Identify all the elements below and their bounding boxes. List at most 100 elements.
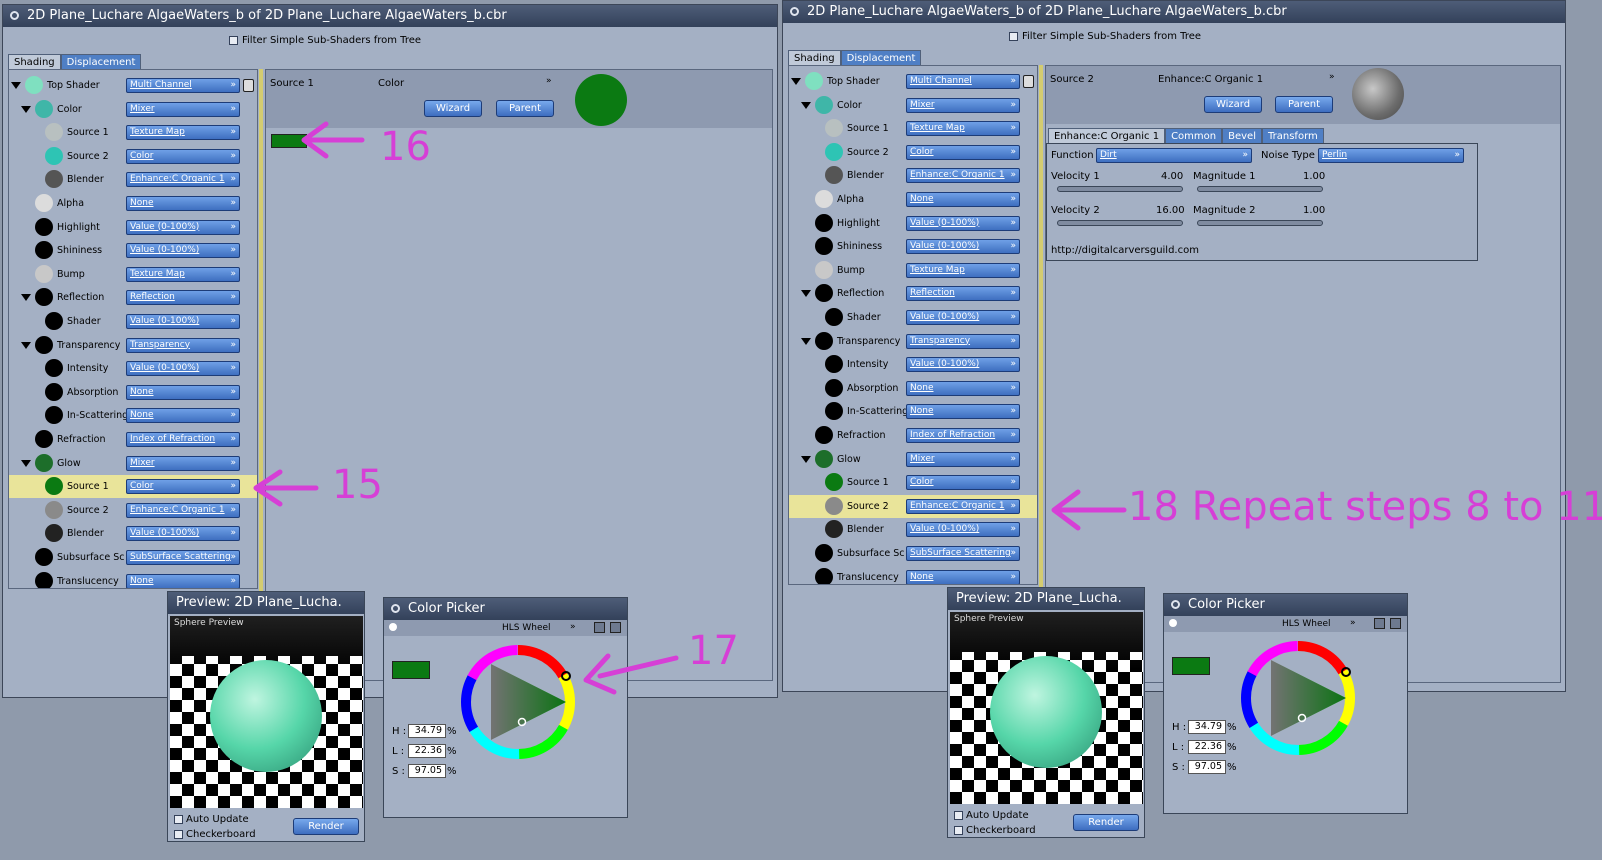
tree-row-dropdown[interactable]: Value (0-100%) » xyxy=(126,243,240,259)
h-field[interactable]: 34.79 xyxy=(1188,720,1226,734)
tree-row-dropdown[interactable]: Value (0-100%) » xyxy=(906,522,1020,538)
filter-checkbox-row[interactable]: Filter Simple Sub-Shaders from Tree xyxy=(229,35,421,46)
function-dropdown[interactable]: Dirt » xyxy=(1096,148,1252,163)
tree-row-dropdown[interactable]: Color » xyxy=(126,148,240,164)
tab-enhance-organic[interactable]: Enhance:C Organic 1 xyxy=(1048,128,1166,143)
tree-row[interactable]: Absorption None » xyxy=(789,377,1037,400)
magnitude1-slider[interactable] xyxy=(1197,186,1323,192)
chevron-down-icon[interactable]: » xyxy=(1350,618,1356,628)
chevron-down-icon[interactable]: » xyxy=(1329,72,1335,82)
auto-update-checkbox[interactable] xyxy=(174,815,183,824)
tree-row[interactable]: Shader Value (0-100%) » xyxy=(9,310,257,333)
window-menu-icon[interactable] xyxy=(10,11,19,20)
tree-row-dropdown[interactable]: SubSurface Scattering» xyxy=(126,550,240,565)
tree-row-dropdown[interactable]: None » xyxy=(126,408,240,424)
s-field[interactable]: 97.05 xyxy=(408,764,446,778)
tree-row-dropdown[interactable]: Value (0-100%) » xyxy=(906,357,1020,373)
expand-triangle-icon[interactable] xyxy=(801,455,811,463)
tree-row[interactable]: Source 2 Enhance:C Organic 1 » xyxy=(789,494,1037,518)
tree-row-dropdown[interactable]: Value (0-100%) » xyxy=(126,219,240,235)
eyedropper-icon[interactable] xyxy=(1390,618,1401,629)
expand-triangle-icon[interactable] xyxy=(801,337,811,345)
tree-row[interactable]: Transparency Transparency » xyxy=(9,334,257,357)
tree-row-dropdown[interactable]: Color » xyxy=(906,144,1020,160)
preview-titlebar[interactable]: Preview: 2D Plane_Lucha. xyxy=(168,592,364,614)
tree-row[interactable]: Source 1 Texture Map » xyxy=(789,117,1037,140)
tree-row-dropdown[interactable]: Index of Refraction » xyxy=(126,432,240,447)
tree-row[interactable]: Intensity Value (0-100%) » xyxy=(9,357,257,380)
tree-row[interactable]: Color Mixer » xyxy=(9,98,257,121)
tree-row-dropdown[interactable]: None » xyxy=(126,573,240,588)
magnitude2-slider[interactable] xyxy=(1197,220,1323,226)
filter-checkbox[interactable] xyxy=(1009,32,1018,41)
tree-row[interactable]: Reflection Reflection » xyxy=(9,286,257,309)
tree-row[interactable]: Translucency None » xyxy=(789,566,1037,584)
tree-row-dropdown[interactable]: None » xyxy=(906,380,1020,396)
wizard-button[interactable]: Wizard xyxy=(1204,96,1262,113)
tab-transform[interactable]: Transform xyxy=(1262,128,1324,143)
tree-row-dropdown[interactable]: Texture Map » xyxy=(906,121,1020,137)
tree-row-dropdown[interactable]: Multi Channel » xyxy=(126,78,240,93)
velocity2-slider[interactable] xyxy=(1057,220,1183,226)
expand-triangle-icon[interactable] xyxy=(801,290,811,298)
window-menu-icon[interactable] xyxy=(1171,600,1180,609)
expand-triangle-icon[interactable] xyxy=(11,82,21,89)
picker-titlebar[interactable]: Color Picker xyxy=(384,598,627,620)
picker-mode-dot[interactable] xyxy=(1169,619,1177,627)
picker-mode-select[interactable]: HLS Wheel xyxy=(1282,619,1331,629)
filter-checkbox[interactable] xyxy=(229,36,238,45)
tree-row-dropdown[interactable]: Value (0-100%) » xyxy=(906,310,1020,325)
eyedropper-icon[interactable] xyxy=(610,622,621,633)
tree-row-dropdown[interactable]: None » xyxy=(906,192,1020,207)
tree-row[interactable]: Blender Enhance:C Organic 1 » xyxy=(789,164,1037,187)
expand-triangle-icon[interactable] xyxy=(791,78,801,85)
checkerboard-checkbox[interactable] xyxy=(174,830,183,839)
wizard-button[interactable]: Wizard xyxy=(424,100,482,117)
auto-update-checkbox[interactable] xyxy=(954,811,963,820)
checkerboard-checkbox[interactable] xyxy=(954,826,963,835)
tree-row-dropdown[interactable]: Enhance:C Organic 1 » xyxy=(126,502,240,518)
left-tree-scrollbar[interactable] xyxy=(259,69,263,681)
tree-row-dropdown[interactable]: Transparency » xyxy=(126,337,240,353)
tree-row[interactable]: Source 2 Enhance:C Organic 1 » xyxy=(9,499,257,522)
tree-row-dropdown[interactable]: Texture Map » xyxy=(126,266,240,282)
chevron-down-icon[interactable]: » xyxy=(546,76,552,86)
right-tree-scrollbar[interactable] xyxy=(1039,65,1043,677)
expand-triangle-icon[interactable] xyxy=(21,294,31,302)
expand-triangle-icon[interactable] xyxy=(801,101,811,109)
tree-row[interactable]: Intensity Value (0-100%) » xyxy=(789,353,1037,376)
tree-row[interactable]: Source 2 Color » xyxy=(789,141,1037,164)
tree-row[interactable]: Blender Value (0-100%) » xyxy=(9,522,257,545)
preview-titlebar[interactable]: Preview: 2D Plane_Lucha. xyxy=(948,588,1144,610)
tree-row[interactable]: Absorption None » xyxy=(9,381,257,404)
save-icon[interactable] xyxy=(1374,618,1385,629)
tree-row-dropdown[interactable]: Value (0-100%) » xyxy=(126,526,240,542)
left-window-titlebar[interactable]: 2D Plane_Luchare AlgaeWaters_b of 2D Pla… xyxy=(3,5,777,27)
tree-row-dropdown[interactable]: Index of Refraction » xyxy=(906,428,1020,443)
render-button[interactable]: Render xyxy=(293,818,359,835)
tree-row-dropdown[interactable]: Texture Map » xyxy=(126,125,240,141)
tree-row-dropdown[interactable]: None » xyxy=(126,196,240,211)
picker-titlebar[interactable]: Color Picker xyxy=(1164,594,1407,616)
tree-row-dropdown[interactable]: Enhance:C Organic 1 » xyxy=(126,172,240,188)
tree-row-dropdown[interactable]: Color » xyxy=(906,475,1020,491)
auto-update-row[interactable]: Auto Update xyxy=(174,814,249,825)
checkerboard-row[interactable]: Checkerboard xyxy=(954,825,1036,836)
tree-row[interactable]: Top Shader Multi Channel » xyxy=(789,70,1037,93)
tree-row-dropdown[interactable]: Value (0-100%) » xyxy=(906,215,1020,231)
expand-triangle-icon[interactable] xyxy=(21,459,31,467)
filter-checkbox-row[interactable]: Filter Simple Sub-Shaders from Tree xyxy=(1009,31,1201,42)
l-field[interactable]: 22.36 xyxy=(408,744,446,758)
tree-row-dropdown[interactable]: Texture Map » xyxy=(906,262,1020,278)
trash-icon[interactable] xyxy=(1023,75,1034,88)
expand-triangle-icon[interactable] xyxy=(21,105,31,113)
tree-row[interactable]: Source 1 Color » xyxy=(789,471,1037,494)
tree-row[interactable]: Shader Value (0-100%) » xyxy=(789,306,1037,329)
picker-mode-select[interactable]: HLS Wheel xyxy=(502,623,551,633)
tree-row[interactable]: In-Scattering None » xyxy=(789,400,1037,423)
trash-icon[interactable] xyxy=(243,79,254,92)
parent-button[interactable]: Parent xyxy=(496,100,554,117)
tree-row[interactable]: Blender Enhance:C Organic 1 » xyxy=(9,168,257,191)
tree-row[interactable]: Refraction Index of Refraction » xyxy=(9,428,257,451)
h-field[interactable]: 34.79 xyxy=(408,724,446,738)
